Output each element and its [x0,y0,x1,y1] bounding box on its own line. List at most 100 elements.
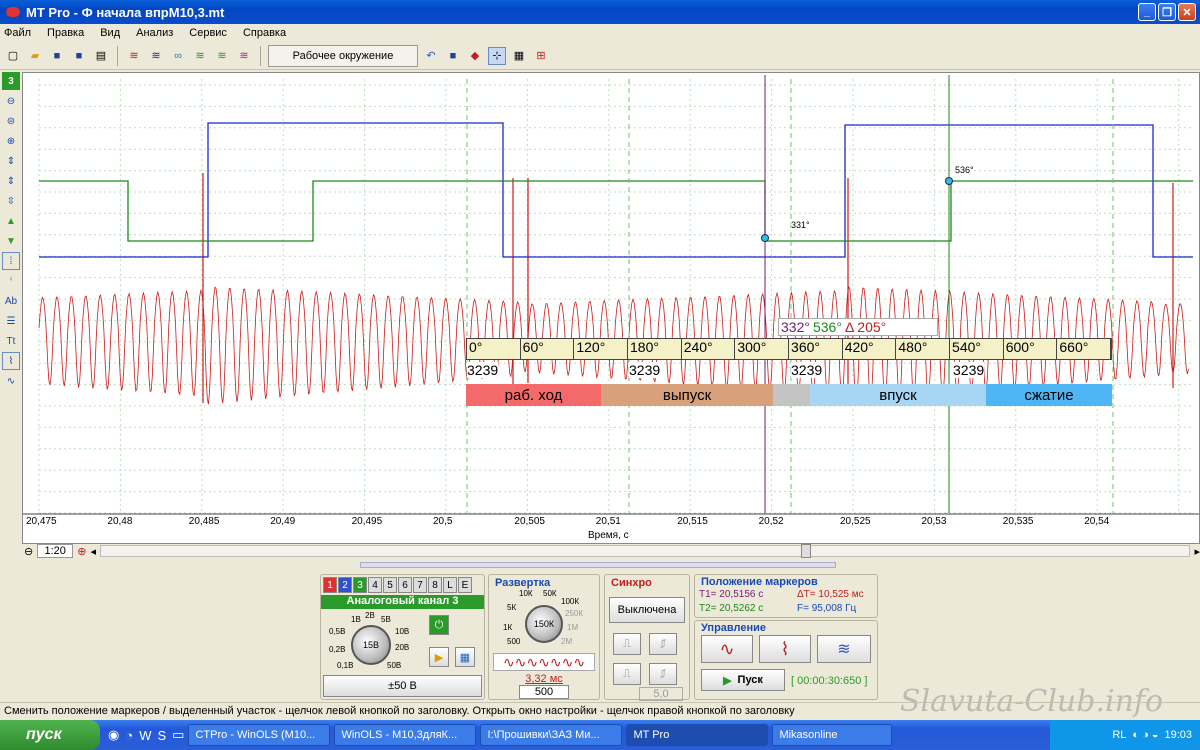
panel-splitter[interactable] [360,562,836,568]
channel-tab-1[interactable]: 1 [323,577,337,593]
task-mtpro[interactable]: MT Pro [626,724,769,746]
expand-vertical-icon[interactable]: ⇕ [2,152,20,170]
channel-tab-e[interactable]: E [458,577,472,593]
text-tool-icon[interactable]: Tt [2,332,20,350]
menu-analysis[interactable]: Анализ [136,27,173,39]
start-button[interactable]: ▶ Пуск [701,669,785,691]
folder-quick-icon[interactable]: ▭ [172,727,184,743]
expand-vertical-2-icon[interactable]: ⇕ [2,172,20,190]
channel-tab-7[interactable]: 7 [413,577,427,593]
channel-tab-5[interactable]: 5 [383,577,397,593]
channel-tab-4[interactable]: 4 [368,577,382,593]
wave-tool-5-icon[interactable]: ≋ [213,47,231,65]
degree-tick: 240° [682,339,736,359]
knob-tick: 5К [507,603,517,612]
close-button[interactable]: ✕ [1178,3,1196,21]
channel-tab-8[interactable]: 8 [428,577,442,593]
channel-tab-2[interactable]: 2 [338,577,352,593]
menu-file[interactable]: Файл [4,27,31,39]
chart-view-icon[interactable]: ⌇ [2,352,20,370]
maximize-button[interactable]: ❐ [1158,3,1176,21]
skype-icon[interactable]: S [157,728,166,743]
menu-help[interactable]: Справка [243,27,286,39]
x-tick-label: 20,51 [595,516,621,527]
sweep-knob[interactable]: 150К [525,605,563,643]
zoom-value[interactable]: 1:20 [37,544,74,558]
zoom-fit-icon[interactable]: ⊜ [2,112,20,130]
zoom-in-icon[interactable]: ⊕ [2,132,20,150]
x-tick-label: 20,535 [1002,516,1034,527]
phase-segment: раб. ход [466,384,601,406]
cursor-mode-icon[interactable]: ⊹ [488,46,506,65]
calculator-icon[interactable]: ▦ [455,647,475,667]
scrollbar-thumb[interactable] [800,544,811,558]
oscillogram-svg[interactable] [23,73,1199,543]
menu-service[interactable]: Сервис [189,27,227,39]
channel-tab-3[interactable]: 3 [353,577,367,593]
multi-wave-icon[interactable]: ≋ [817,635,871,663]
channel-tab-l[interactable]: L [443,577,457,593]
channel-number-badge[interactable]: 3 [2,72,20,90]
wave-tool-4-icon[interactable]: ≋ [191,47,209,65]
sine-window-icon[interactable]: ⌇ [759,635,811,663]
wave-tool-2-icon[interactable]: ≋ [147,47,165,65]
menu-view[interactable]: Вид [100,27,120,39]
wave-tool-6-icon[interactable]: ≋ [235,47,253,65]
sync-pulse-2-icon[interactable]: ⎎ [649,663,677,685]
move-down-icon[interactable]: ▼ [2,232,20,250]
scroll-right-icon[interactable]: ▸ [1194,545,1200,558]
waveform-view-icon[interactable]: ∿ [2,372,20,390]
word-icon[interactable]: W [139,728,151,743]
cycle-count: 3239 [467,362,499,378]
sine-mode-icon[interactable]: ∿ [701,635,753,663]
channel-tab-6[interactable]: 6 [398,577,412,593]
wave-tool-1-icon[interactable]: ≋ [125,47,143,65]
oscillogram-plot[interactable]: 331° 536° [22,72,1200,544]
task-ctpro[interactable]: CTPro - WinOLS (M10... [188,724,331,746]
sync-level-input[interactable]: 5,0 [639,687,683,701]
save-env-icon[interactable]: ■ [444,47,462,65]
zoom-out-small-icon[interactable]: ⊖ [24,545,33,558]
cursor-values-icon[interactable]: ⁞ [2,252,20,270]
menu-edit[interactable]: Правка [47,27,84,39]
scale-icon[interactable]: ⁱ [2,272,20,290]
task-mikasonline[interactable]: Mikasonline [772,724,893,746]
text-label-icon[interactable]: Ab [2,292,20,310]
environment-dropdown[interactable]: Рабочее окружение [268,44,418,67]
start-menu-button[interactable]: пуск [0,720,100,750]
browser-icon[interactable]: ◔ [125,728,133,743]
grid-icon[interactable]: ▦ [510,47,528,65]
marker1-angle: 332° [781,319,810,335]
crosshair-icon[interactable]: ⊞ [532,47,550,65]
sync-rising-edge-icon[interactable]: ⎍ [613,633,641,655]
power-icon[interactable]: ⏻ [429,615,449,635]
open-folder-icon[interactable]: ▰ [26,47,44,65]
language-indicator[interactable]: RL [1112,729,1126,741]
car-icon[interactable]: ◆ [466,47,484,65]
undo-icon[interactable]: ↶ [422,47,440,65]
zoom-in-small-icon[interactable]: ⊕ [77,545,86,558]
print-icon[interactable]: ▤ [92,47,110,65]
trigger-play-icon[interactable]: ▶ [429,647,449,667]
sync-mode-dropdown[interactable]: Выключена [609,597,685,623]
zoom-out-icon[interactable]: ⊖ [2,92,20,110]
sync-pulse-icon[interactable]: ⎍ [613,663,641,685]
voltage-range-display[interactable]: ±50 В [323,675,482,697]
horizontal-scrollbar[interactable] [99,544,1191,558]
chrome-icon[interactable]: ◉ [108,727,119,743]
task-winols[interactable]: WinOLS - M10,3дляК... [334,724,477,746]
minimize-button[interactable]: _ [1138,3,1156,21]
new-file-icon[interactable]: ▢ [4,47,22,65]
voltage-knob[interactable]: 15В [351,625,391,665]
move-up-icon[interactable]: ▲ [2,212,20,230]
scroll-left-icon[interactable]: ◂ [90,545,96,558]
shrink-vertical-icon[interactable]: ⇳ [2,192,20,210]
save-icon[interactable]: ■ [48,47,66,65]
list-icon[interactable]: ☰ [2,312,20,330]
sweep-count-input[interactable]: 500 [519,685,569,699]
sync-title: Синхро [611,577,652,589]
sync-falling-edge-icon[interactable]: ⎎ [649,633,677,655]
wave-tool-3-icon[interactable]: ∞ [169,47,187,65]
save-as-icon[interactable]: ■ [70,47,88,65]
task-explorer[interactable]: I:\Прошивки\ЗАЗ Ми... [480,724,623,746]
